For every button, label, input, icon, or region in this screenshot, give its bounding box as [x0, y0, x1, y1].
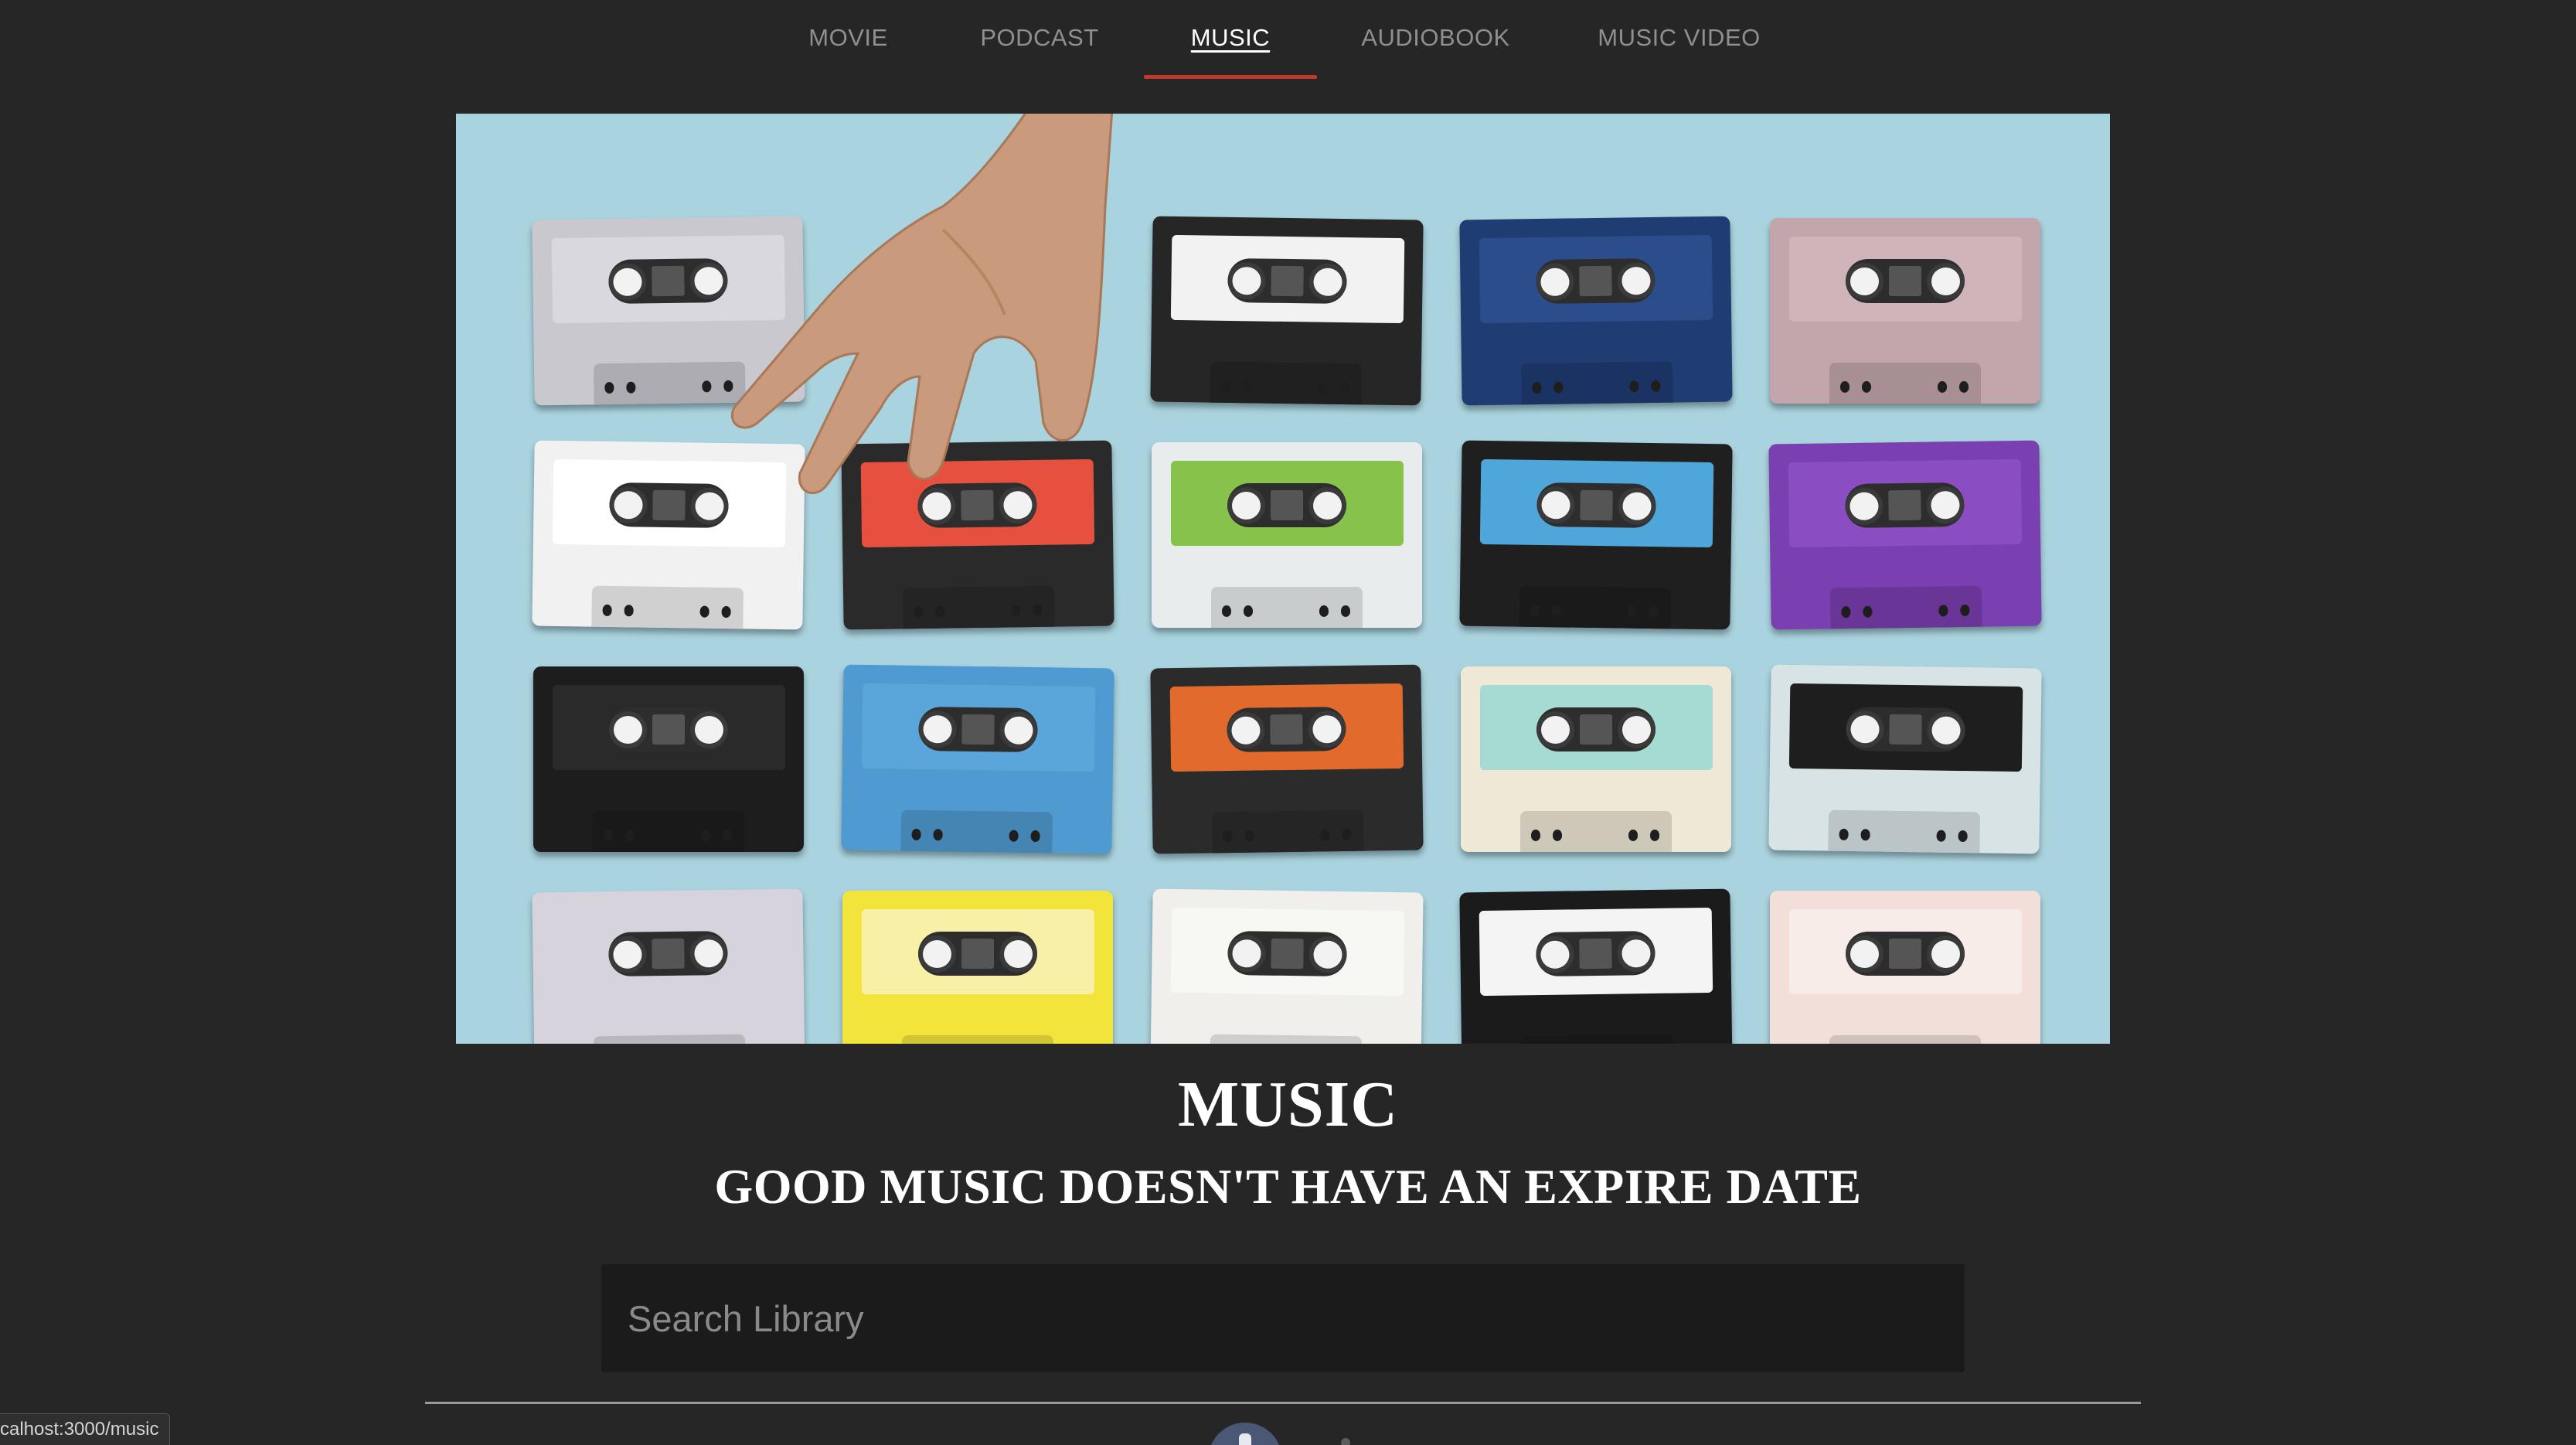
cassette-tape-image [1150, 216, 1424, 406]
page-subtitle: GOOD MUSIC DOESN'T HAVE AN EXPIRE DATE [714, 1159, 1862, 1214]
peek-indicator [1341, 1438, 1350, 1445]
cassette-tape-image [1768, 440, 2042, 630]
tab-music-video[interactable]: MUSIC VIDEO [1584, 0, 1774, 79]
cassette-tape-image [533, 666, 804, 852]
music-page: MOVIE PODCAST MUSIC AUDIOBOOK MUSIC VIDE… [0, 0, 2576, 1445]
status-bar-url: calhost:3000/music [0, 1413, 171, 1445]
search-input[interactable] [628, 1264, 1965, 1372]
cassette-tape-image [1459, 440, 1733, 630]
tab-podcast[interactable]: PODCAST [958, 0, 1121, 79]
section-divider [425, 1402, 2141, 1404]
tab-label: MOVIE [808, 24, 888, 51]
tab-label: AUDIOBOOK [1361, 24, 1510, 51]
cassette-tape-image [1770, 218, 2040, 404]
cassette-tape-image [1459, 216, 1733, 406]
cassette-tape-image [1459, 888, 1733, 1044]
tab-audiobook[interactable]: AUDIOBOOK [1345, 0, 1526, 79]
cassette-tape-image [1150, 664, 1424, 854]
tab-label: MUSIC [1190, 24, 1271, 51]
result-avatar[interactable] [1208, 1423, 1282, 1445]
cassette-tape-image [841, 664, 1114, 854]
hero-image [456, 114, 2110, 1044]
cassette-tape-image [1768, 664, 2042, 854]
cassette-tape-image [532, 888, 805, 1044]
tab-movie[interactable]: MOVIE [781, 0, 916, 79]
active-tab-indicator [1144, 75, 1317, 79]
tab-music[interactable]: MUSIC [1144, 0, 1317, 79]
search-box [601, 1264, 1965, 1372]
cassette-tape-image [1770, 891, 2040, 1044]
cassette-tape-image [1461, 666, 1731, 852]
tab-label: PODCAST [980, 24, 1099, 51]
hand-image [730, 114, 1113, 495]
page-title: MUSIC [1177, 1068, 1398, 1140]
media-type-tabs: MOVIE PODCAST MUSIC AUDIOBOOK MUSIC VIDE… [0, 0, 2576, 82]
cassette-tape-image [1150, 888, 1424, 1044]
cassette-tape-image [842, 891, 1113, 1044]
cassette-tape-image [1152, 442, 1422, 628]
tab-label: MUSIC VIDEO [1598, 24, 1761, 51]
